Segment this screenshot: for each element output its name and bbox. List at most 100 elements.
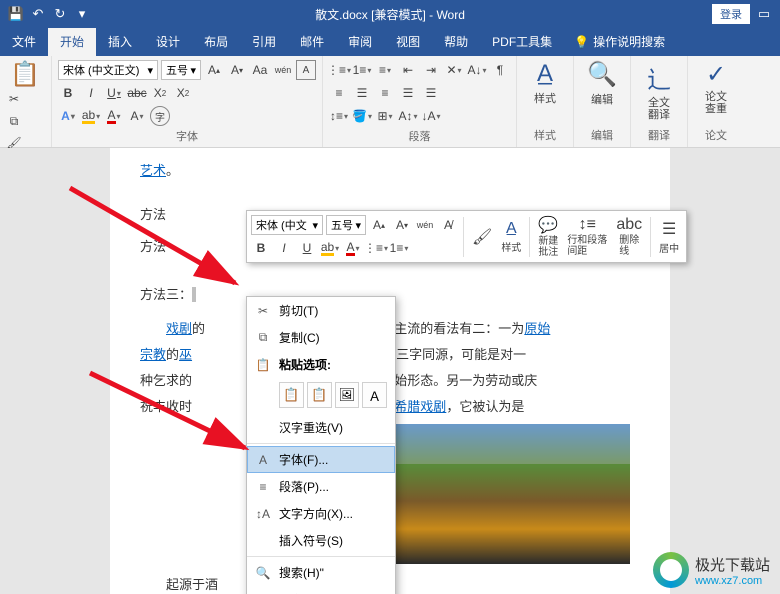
paste-keep-source-icon[interactable]: 📋 [279,382,304,408]
line-spacing-icon[interactable]: ↕≡ [329,106,349,126]
translate-button[interactable]: ⻌ 全文 翻译 [637,60,681,121]
para-sort-icon[interactable]: ↓A [421,106,441,126]
cut-icon[interactable]: ✂ [4,89,24,109]
paste-button[interactable]: 📋 [6,60,44,89]
increase-indent-icon[interactable]: ⇥ [421,60,441,80]
bullets-icon[interactable]: ⋮≡ [329,60,349,80]
distribute-icon[interactable]: ☰ [421,83,441,103]
align-center-icon[interactable]: ☰ [352,83,372,103]
numbering-icon[interactable]: 1≡ [352,60,372,80]
login-button[interactable]: 登录 [712,4,750,24]
underline-button[interactable]: U [104,83,124,103]
strikethrough-button[interactable]: abc [127,83,147,103]
mini-line-spacing-button[interactable]: ↕≡行和段落 间距 [564,216,610,257]
menu-text-direction[interactable]: ↕A文字方向(X)... [247,500,395,527]
mini-grow-font-icon[interactable]: A▴ [369,215,389,235]
tab-file[interactable]: 文件 [0,27,48,56]
font-size-combo[interactable]: 五号▾ [161,60,201,80]
text-effects-icon[interactable]: A [58,106,78,126]
undo-icon[interactable]: ↶ [30,6,46,22]
tab-insert[interactable]: 插入 [96,27,144,56]
menu-search[interactable]: 🔍搜索(H)" [247,559,395,586]
mini-italic-button[interactable]: I [274,238,294,258]
superscript-button[interactable]: X2 [173,83,193,103]
mini-bullets-icon[interactable]: ⋮≡ [366,238,386,258]
mini-format-painter[interactable]: 🖌 [469,227,495,247]
save-icon[interactable]: 💾 [8,6,24,22]
enclose-char-icon[interactable]: 字 [150,106,170,126]
highlight-icon[interactable]: ab [81,106,101,126]
font-color-icon[interactable]: A [104,106,124,126]
menu-font[interactable]: A字体(F)... [247,446,395,473]
check-button[interactable]: ✓ 论文 查重 [694,60,738,115]
paste-picture-icon[interactable]: 🖼 [335,382,360,408]
translate-group: ⻌ 全文 翻译 翻译 [631,56,688,147]
copy-icon[interactable]: ⧉ [4,111,24,131]
show-marks-icon[interactable]: ¶ [490,60,510,80]
subscript-button[interactable]: X2 [150,83,170,103]
mini-highlight-icon[interactable]: ab [320,238,340,258]
tab-home[interactable]: 开始 [48,27,96,56]
link-wu[interactable]: 巫 [179,347,192,362]
multilevel-icon[interactable]: ≡ [375,60,395,80]
grow-font-icon[interactable]: A▴ [204,60,224,80]
mini-phonetic-icon[interactable]: wén [415,215,435,235]
edit-button[interactable]: 🔍 编辑 [580,60,624,107]
link-drama[interactable]: 戏剧 [166,321,192,336]
menu-hanzi-reselect[interactable]: 汉字重选(V) [247,414,395,441]
char-shading-icon[interactable]: A [127,106,147,126]
shrink-font-icon[interactable]: A▾ [227,60,247,80]
mini-font-color-icon[interactable]: A [343,238,363,258]
mini-styles-button[interactable]: A̲样式 [498,220,524,254]
mini-size-combo[interactable]: 五号▾ [326,215,366,235]
align-right-icon[interactable]: ≡ [375,83,395,103]
tab-help[interactable]: 帮助 [432,27,480,56]
font-name-combo[interactable]: 宋体 (中文正文)▾ [58,60,158,80]
tab-review[interactable]: 审阅 [336,27,384,56]
mini-underline-button[interactable]: U [297,238,317,258]
mini-font-combo[interactable]: 宋体 (中文▾ [251,215,323,235]
align-left-icon[interactable]: ≡ [329,83,349,103]
shading-icon[interactable]: 🪣 [352,106,372,126]
menu-synonym[interactable]: 同义词(Y)▶ [247,586,395,594]
tell-me-search[interactable]: 💡 操作说明搜索 [564,27,675,56]
menu-insert-symbol[interactable]: 插入符号(S) [247,527,395,554]
menu-cut[interactable]: ✂剪切(T) [247,297,395,324]
tab-layout[interactable]: 布局 [192,27,240,56]
asian-layout-icon[interactable]: ✕ [444,60,464,80]
tab-pdf-tools[interactable]: PDF工具集 [480,27,564,56]
redo-icon[interactable]: ↻ [52,6,68,22]
mini-new-comment-button[interactable]: 💬新建 批注 [535,215,561,258]
mini-clear-format-icon[interactable]: A̸ [438,215,458,235]
borders-icon[interactable]: ⊞ [375,106,395,126]
sort-icon[interactable]: A↓ [467,60,487,80]
change-case-icon[interactable]: Aa [250,60,270,80]
tab-mailings[interactable]: 邮件 [288,27,336,56]
link-religion[interactable]: 宗教 [140,347,166,362]
paste-merge-icon[interactable]: 📋 [307,382,332,408]
justify-icon[interactable]: ☰ [398,83,418,103]
mini-numbering-icon[interactable]: 1≡ [389,238,409,258]
snap-grid-icon[interactable]: A↕ [398,106,418,126]
menu-paragraph[interactable]: ≡段落(P)... [247,473,395,500]
italic-button[interactable]: I [81,83,101,103]
mini-strikethrough-button[interactable]: abc删除 线 [613,216,645,257]
decrease-indent-icon[interactable]: ⇤ [398,60,418,80]
qat-customize-icon[interactable]: ▾ [74,6,90,22]
tab-design[interactable]: 设计 [144,27,192,56]
link-origin[interactable]: 原始 [524,321,550,336]
phonetic-guide-icon[interactable]: wén [273,60,293,80]
mini-bold-button[interactable]: B [251,238,271,258]
ribbon-display-icon[interactable]: ▭ [756,6,772,22]
bold-button[interactable]: B [58,83,78,103]
lightbulb-icon: 💡 [574,35,589,49]
tab-view[interactable]: 视图 [384,27,432,56]
tab-references[interactable]: 引用 [240,27,288,56]
mini-shrink-font-icon[interactable]: A▾ [392,215,412,235]
link-art[interactable]: 艺术 [140,163,166,178]
mini-center-button[interactable]: ☰居中 [656,219,682,255]
styles-button[interactable]: A̲ 样式 [523,60,567,106]
paste-text-only-icon[interactable]: Ａ [362,382,387,408]
menu-copy[interactable]: ⧉复制(C) [247,324,395,351]
char-border-icon[interactable]: A [296,60,316,80]
